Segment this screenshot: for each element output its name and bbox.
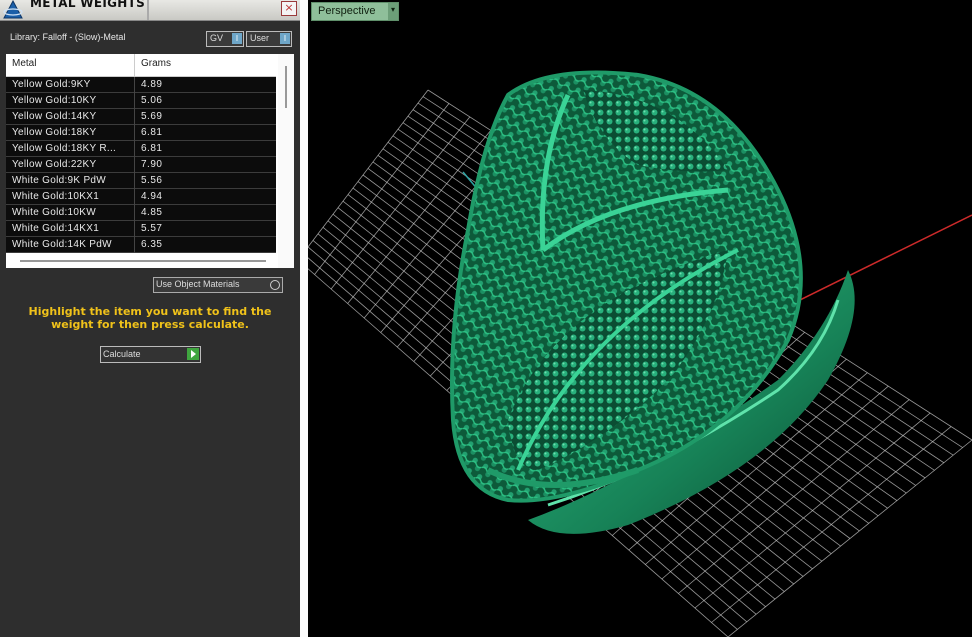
panel-title: METAL WEIGHTS xyxy=(30,0,146,10)
ring-model[interactable] xyxy=(308,0,972,637)
calculate-button[interactable]: Calculate xyxy=(100,346,201,363)
metal-weights-panel: METAL WEIGHTS × Library: Falloff - (Slow… xyxy=(0,0,300,637)
use-object-materials-option[interactable]: Use Object Materials xyxy=(153,277,283,293)
table-row[interactable]: White Gold:14K PdW 6.35 xyxy=(6,237,276,253)
table-row[interactable]: Yellow Gold:18KY 6.81 xyxy=(6,125,276,141)
user-toggle-indicator[interactable]: I xyxy=(280,33,290,44)
horizontal-scroll-thumb[interactable] xyxy=(20,260,266,262)
play-arrow-icon[interactable] xyxy=(187,348,199,360)
metal-cell: Yellow Gold:10KY xyxy=(12,95,97,106)
panel-titlebar[interactable]: METAL WEIGHTS × xyxy=(0,0,300,21)
grams-cell: 5.57 xyxy=(141,223,163,234)
table-row[interactable]: White Gold:9K PdW 5.56 xyxy=(6,173,276,189)
cell-divider xyxy=(134,125,135,141)
cell-divider xyxy=(134,173,135,189)
table-row[interactable]: Yellow Gold:14KY 5.69 xyxy=(6,109,276,125)
metal-cell: Yellow Gold:9KY xyxy=(12,79,91,90)
user-toggle-label: User xyxy=(250,33,270,43)
gv-toggle-label: GV xyxy=(210,33,224,43)
close-button[interactable]: × xyxy=(281,1,297,16)
grams-cell: 6.81 xyxy=(141,143,163,154)
grams-cell: 4.94 xyxy=(141,191,163,202)
grams-cell: 5.69 xyxy=(141,111,163,122)
horizontal-scrollbar[interactable] xyxy=(6,254,278,268)
grams-cell: 6.35 xyxy=(141,239,163,250)
table-row[interactable]: Yellow Gold:18KY R... 6.81 xyxy=(6,141,276,157)
metal-weights-table: Metal Grams Yellow Gold:9KY 4.89 Yellow G… xyxy=(6,54,294,268)
metal-cell: Yellow Gold:14KY xyxy=(12,111,97,122)
instruction-text: Highlight the item you want to find the … xyxy=(28,305,272,331)
cell-divider xyxy=(134,93,135,109)
column-header-metal[interactable]: Metal xyxy=(12,58,36,69)
grams-cell: 7.90 xyxy=(141,159,163,170)
grams-cell: 4.89 xyxy=(141,79,163,90)
metal-cell: White Gold:14KX1 xyxy=(12,223,100,234)
title-separator xyxy=(147,0,149,20)
library-label: Library: Falloff - (Slow)-Metal xyxy=(10,32,126,42)
column-divider[interactable] xyxy=(134,54,135,76)
metal-cell: Yellow Gold:18KY xyxy=(12,127,97,138)
view-name: Perspective xyxy=(318,5,376,17)
metal-cell: White Gold:9K PdW xyxy=(12,175,107,186)
table-row[interactable]: White Gold:10KW 4.85 xyxy=(6,205,276,221)
cell-divider xyxy=(134,205,135,221)
radio-circle-icon[interactable] xyxy=(270,280,280,290)
metal-cell: Yellow Gold:22KY xyxy=(12,159,97,170)
grams-cell: 5.56 xyxy=(141,175,163,186)
vertical-scroll-thumb[interactable] xyxy=(285,66,287,108)
chevron-down-icon[interactable]: ▾ xyxy=(388,3,398,20)
perspective-viewport[interactable]: Perspective ▾ xyxy=(308,0,972,637)
table-rows: Yellow Gold:9KY 4.89 Yellow Gold:10KY 5.06… xyxy=(6,77,276,253)
table-row[interactable]: Yellow Gold:9KY 4.89 xyxy=(6,77,276,93)
cell-divider xyxy=(134,157,135,173)
table-row[interactable]: White Gold:14KX1 5.57 xyxy=(6,221,276,237)
calculate-label: Calculate xyxy=(103,349,141,359)
view-selector[interactable]: Perspective ▾ xyxy=(311,2,399,21)
app-logo-icon xyxy=(3,0,23,19)
gv-toggle-indicator[interactable]: I xyxy=(232,33,242,44)
cell-divider xyxy=(134,189,135,205)
user-toggle[interactable]: User I xyxy=(246,31,292,47)
cell-divider xyxy=(134,77,135,93)
table-row[interactable]: Yellow Gold:22KY 7.90 xyxy=(6,157,276,173)
grams-cell: 5.06 xyxy=(141,95,163,106)
cell-divider xyxy=(134,109,135,125)
table-row[interactable]: White Gold:10KX1 4.94 xyxy=(6,189,276,205)
metal-cell: White Gold:10KX1 xyxy=(12,191,100,202)
table-row[interactable]: Yellow Gold:10KY 5.06 xyxy=(6,93,276,109)
metal-cell: White Gold:14K PdW xyxy=(12,239,112,250)
grams-cell: 4.85 xyxy=(141,207,163,218)
use-object-materials-label: Use Object Materials xyxy=(156,279,240,289)
grams-cell: 6.81 xyxy=(141,127,163,138)
cell-divider xyxy=(134,221,135,237)
column-header-grams[interactable]: Grams xyxy=(141,58,171,69)
cell-divider xyxy=(134,237,135,253)
vertical-scrollbar[interactable] xyxy=(278,54,294,268)
panel-splitter[interactable] xyxy=(300,0,308,637)
gv-toggle[interactable]: GV I xyxy=(206,31,244,47)
table-header: Metal Grams xyxy=(6,54,276,77)
cell-divider xyxy=(134,141,135,157)
metal-cell: White Gold:10KW xyxy=(12,207,96,218)
metal-cell: Yellow Gold:18KY R... xyxy=(12,143,117,154)
